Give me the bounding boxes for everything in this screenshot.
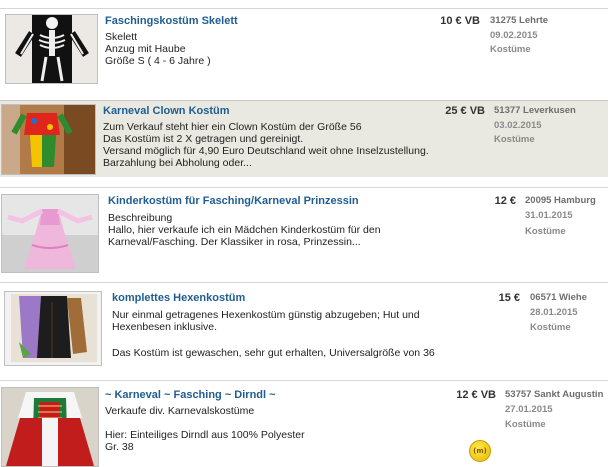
listing-description-line: Zum Verkauf steht hier ein Clown Kostüm …: [103, 121, 362, 133]
listing-location: 51377 Leverkusen: [494, 105, 576, 116]
listing-row[interactable]: Kinderkostüm für Fasching/Karneval Prinz…: [0, 187, 608, 280]
listing-price: 10 € VB: [440, 15, 480, 27]
listing-category: Kostüme: [490, 44, 531, 55]
listing-location: 20095 Hamburg: [525, 195, 596, 206]
listing-thumbnail[interactable]: [1, 387, 99, 467]
listing-category: Kostüme: [525, 226, 566, 237]
listing-price: 12 € VB: [456, 389, 496, 401]
listing-price: 25 € VB: [445, 105, 485, 117]
listing-thumbnail[interactable]: [1, 194, 99, 273]
listing-description-line: Barzahlung bei Abholung oder...: [103, 157, 252, 169]
listing-price: 12 €: [494, 195, 516, 207]
listing-description-line: Karneval/Fasching. Der Klassiker in rosa…: [108, 236, 361, 248]
listing-date: 31.01.2015: [525, 210, 573, 221]
listing-date: 03.02.2015: [494, 120, 542, 131]
listing-title[interactable]: komplettes Hexenkostüm: [112, 292, 245, 304]
listing-description-line: Verkaufe div. Karnevalskostüme: [105, 405, 255, 417]
listing-date: 28.01.2015: [530, 307, 578, 318]
listing-description-line: Hexenbesen inklusive.: [112, 321, 218, 333]
listing-description-line: Hier: Einteiliges Dirndl aus 100% Polyes…: [105, 429, 305, 441]
listing-location: 06571 Wiehe: [530, 292, 587, 303]
listing-description-line: Das Kostüm ist 2 X getragen und gereinig…: [103, 133, 304, 145]
listing-row[interactable]: Karneval Clown Kostüm Zum Verkauf steht …: [0, 100, 608, 177]
listing-description-line: Skelett: [105, 31, 138, 43]
listing-description-line: Größe S ( 4 - 6 Jahre ): [105, 55, 211, 67]
listing-description-line: Nur einmal getragenes Hexenkostüm günsti…: [112, 309, 420, 321]
listing-category: Kostüme: [494, 134, 535, 145]
listing-title[interactable]: Faschingskostüm Skelett: [105, 15, 238, 27]
listing-category: Kostüme: [505, 419, 546, 430]
listing-description-line: Beschreibung: [108, 212, 173, 224]
listing-description-line: Hallo, hier verkaufe ich ein Mädchen Kin…: [108, 224, 381, 236]
listing-thumbnail[interactable]: [1, 104, 96, 175]
listing-date: 27.01.2015: [505, 404, 553, 415]
listing-title[interactable]: Karneval Clown Kostüm: [103, 105, 230, 117]
listing-title[interactable]: Kinderkostüm für Fasching/Karneval Prinz…: [108, 195, 359, 207]
listing-location: 31275 Lehrte: [490, 15, 549, 26]
listing-description-line: Gr. 38: [105, 441, 134, 453]
listing-thumbnail[interactable]: [5, 14, 98, 84]
listing-date: 09.02.2015: [490, 30, 538, 41]
listing-row[interactable]: ~ Karneval ~ Fasching ~ Dirndl ~ Verkauf…: [0, 380, 608, 467]
listing-title[interactable]: ~ Karneval ~ Fasching ~ Dirndl ~: [105, 389, 276, 401]
listing-row[interactable]: komplettes Hexenkostüm Nur einmal getrag…: [0, 282, 608, 378]
listing-thumbnail[interactable]: [4, 291, 102, 366]
membership-badge-icon[interactable]: (m): [469, 440, 491, 462]
listing-description-line: Das Kostüm ist gewaschen, sehr gut erhal…: [112, 347, 435, 359]
listing-price: 15 €: [498, 292, 520, 304]
listing-description-line: Anzug mit Haube: [105, 43, 186, 55]
listing-location: 53757 Sankt Augustin: [505, 389, 604, 400]
listing-category: Kostüme: [530, 322, 571, 333]
listing-description-line: Versand möglich für 4,90 Euro Deutschlan…: [103, 145, 429, 157]
listing-results: Faschingskostüm Skelett Skelett Anzug mi…: [0, 0, 614, 467]
listing-row[interactable]: Faschingskostüm Skelett Skelett Anzug mi…: [0, 8, 608, 89]
